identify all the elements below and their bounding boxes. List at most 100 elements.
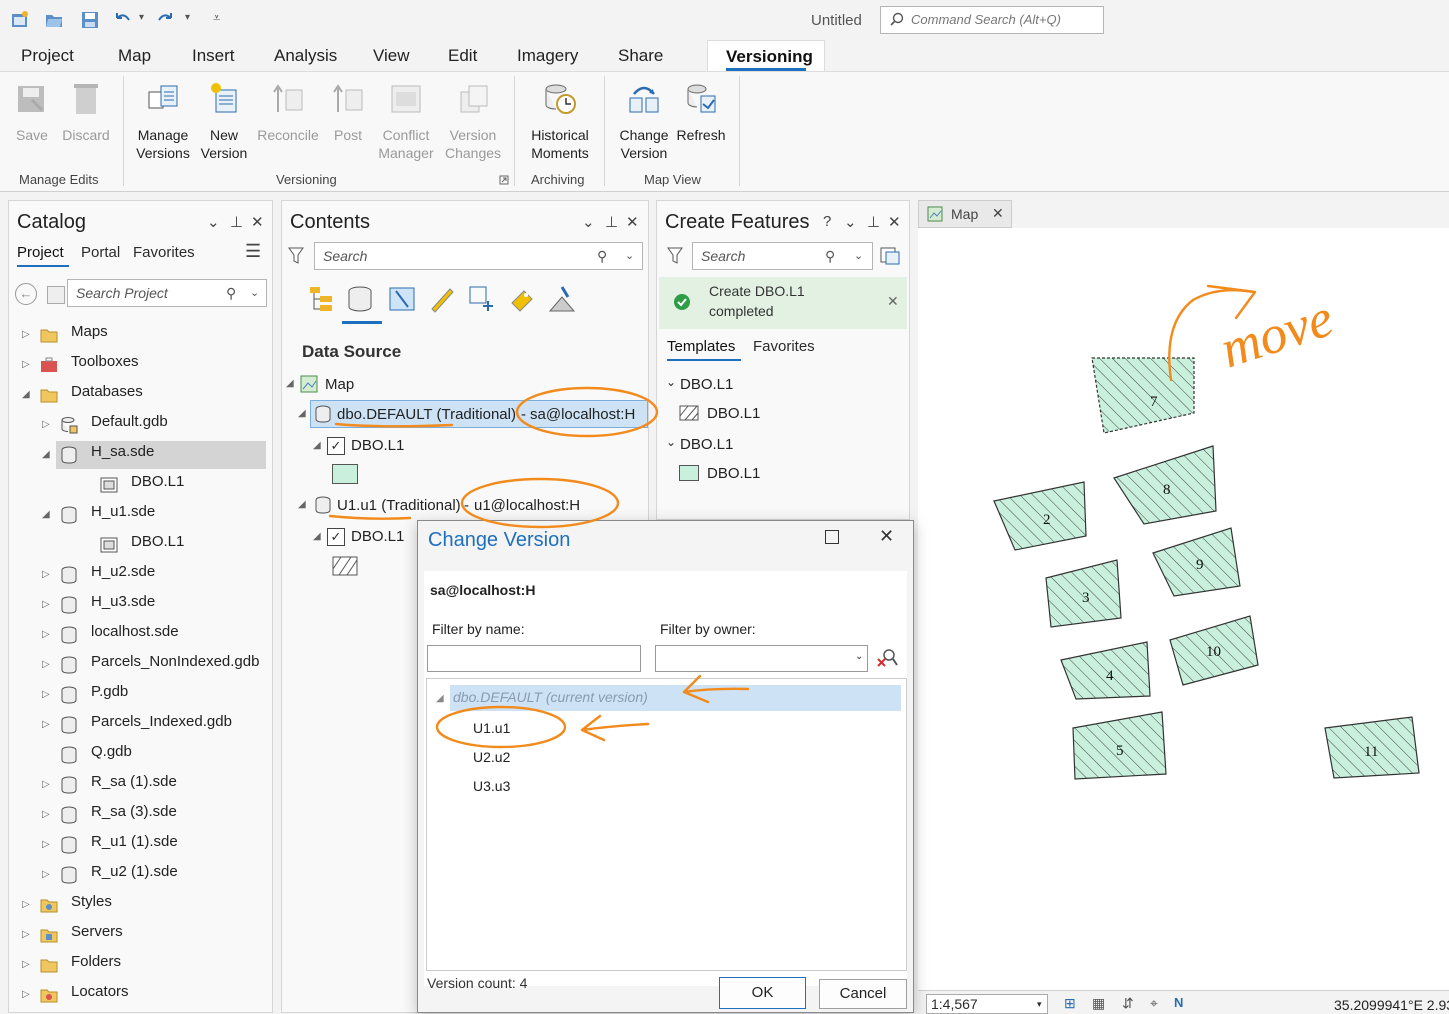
cancel-button[interactable]: Cancel <box>819 979 907 1009</box>
version-item-u2[interactable]: U2.u2 <box>473 749 510 765</box>
customize-toolbar-icon[interactable]: ⩡ <box>213 10 220 26</box>
refresh-button[interactable]: Refresh <box>674 72 728 144</box>
reconcile-button[interactable]: Reconcile <box>254 72 322 144</box>
undo-icon[interactable] <box>112 10 132 30</box>
catalog-item-label[interactable]: R_u1 (1).sde <box>91 833 178 850</box>
map-node-label[interactable]: Map <box>325 376 354 393</box>
collapse-triangle-icon[interactable]: ◢ <box>298 408 306 419</box>
tab-templates[interactable]: Templates <box>667 338 735 355</box>
layer-visibility-checkbox[interactable]: ✓ <box>327 528 345 546</box>
catalog-item-label[interactable]: Maps <box>71 323 108 340</box>
conflict-manager-button[interactable]: Conflict Manager <box>374 72 438 162</box>
hamburger-menu-icon[interactable]: ☰ <box>245 241 261 262</box>
close-icon[interactable]: ✕ <box>626 213 639 231</box>
expand-triangle-icon[interactable]: ▷ <box>42 419 50 430</box>
manage-versions-button[interactable]: Manage Versions <box>132 72 194 162</box>
grid-icon[interactable]: ▦ <box>1092 995 1105 1012</box>
pin-icon[interactable]: ⊥ <box>605 213 618 231</box>
snapping-icon[interactable]: ⌖ <box>1150 995 1158 1012</box>
parcel-7[interactable]: 7 <box>1091 357 1195 434</box>
list-by-drawing-order-icon[interactable] <box>308 285 336 313</box>
manage-templates-icon[interactable] <box>879 246 901 266</box>
close-icon[interactable]: ✕ <box>992 205 1004 222</box>
close-icon[interactable]: ✕ <box>888 213 901 231</box>
dismiss-message-icon[interactable]: ✕ <box>887 293 899 310</box>
extent-icon[interactable]: ⊞ <box>1064 995 1076 1012</box>
collapse-triangle-icon[interactable]: ◢ <box>42 509 50 520</box>
catalog-item-label[interactable]: Locators <box>71 983 129 1000</box>
tab-imagery[interactable]: Imagery <box>517 46 578 66</box>
catalog-item-label[interactable]: R_u2 (1).sde <box>91 863 178 880</box>
chevron-down-icon[interactable]: ⌄ <box>855 651 863 662</box>
pane-options-icon[interactable]: ⌄ <box>844 213 857 231</box>
catalog-tab-portal[interactable]: Portal <box>81 244 120 261</box>
collapse-chevron-icon[interactable]: ⌄ <box>666 435 676 449</box>
filter-icon[interactable] <box>667 247 683 265</box>
list-by-selection-icon[interactable] <box>388 285 416 313</box>
template-item[interactable]: DBO.L1 <box>707 465 760 482</box>
catalog-item-label[interactable]: Databases <box>71 383 143 400</box>
catalog-item-label[interactable]: DBO.L1 <box>131 533 184 550</box>
pin-icon[interactable]: ⊥ <box>867 213 880 231</box>
help-icon[interactable]: ? <box>823 213 831 230</box>
collapse-chevron-icon[interactable]: ⌄ <box>666 375 676 389</box>
new-version-button[interactable]: New Version <box>196 72 252 162</box>
catalog-item-label[interactable]: Servers <box>71 923 123 940</box>
expand-triangle-icon[interactable]: ▷ <box>42 779 50 790</box>
version-item-default[interactable]: dbo.DEFAULT (current version) <box>450 685 901 711</box>
filter-icon[interactable] <box>288 247 304 265</box>
collapse-triangle-icon[interactable]: ◢ <box>436 693 444 704</box>
layer-visibility-checkbox[interactable]: ✓ <box>327 437 345 455</box>
catalog-item-label[interactable]: Parcels_Indexed.gdb <box>91 713 232 730</box>
tab-project[interactable]: Project <box>21 46 74 66</box>
expand-triangle-icon[interactable]: ▷ <box>22 989 30 1000</box>
layer-name[interactable]: DBO.L1 <box>351 528 404 545</box>
map-view-tab[interactable]: Map ✕ <box>918 200 1012 228</box>
rotation-icon[interactable]: ⇵ <box>1122 995 1134 1012</box>
parcel-5[interactable]: 5 <box>1072 711 1167 780</box>
catalog-item-label[interactable]: R_sa (1).sde <box>91 773 177 790</box>
expand-triangle-icon[interactable]: ▷ <box>42 629 50 640</box>
expand-triangle-icon[interactable]: ▷ <box>42 839 50 850</box>
redo-dropdown-icon[interactable]: ▾ <box>185 12 190 23</box>
undo-dropdown-icon[interactable]: ▾ <box>139 12 144 23</box>
expand-triangle-icon[interactable]: ▷ <box>22 929 30 940</box>
parcel-8[interactable]: 8 <box>1113 445 1217 525</box>
templates-search-input[interactable]: Search ⚲ ⌄ <box>692 242 873 270</box>
clear-filter-icon[interactable] <box>876 647 898 669</box>
parcel-3[interactable]: 3 <box>1045 559 1122 628</box>
catalog-item-label[interactable]: H_sa.sde <box>91 443 154 460</box>
catalog-item-label[interactable]: Toolboxes <box>71 353 139 370</box>
list-by-snapping-icon[interactable] <box>468 285 496 313</box>
version-item-u3[interactable]: U3.u3 <box>473 778 510 794</box>
version-item-u1[interactable]: U1.u1 <box>473 720 510 736</box>
filter-by-owner-select[interactable]: ⌄ <box>655 645 868 672</box>
discard-edits-button[interactable]: Discard <box>58 72 114 144</box>
parcel-4[interactable]: 4 <box>1060 641 1151 700</box>
expand-triangle-icon[interactable]: ▷ <box>22 899 30 910</box>
data-source-u1-name[interactable]: U1.u1 (Traditional) <box>337 497 461 514</box>
template-group-name[interactable]: DBO.L1 <box>680 376 733 393</box>
pane-options-icon[interactable]: ⌄ <box>582 213 595 231</box>
expand-triangle-icon[interactable]: ▷ <box>22 329 30 340</box>
catalog-item-label[interactable]: H_u1.sde <box>91 503 155 520</box>
pin-icon[interactable]: ⊥ <box>230 213 243 231</box>
post-button[interactable]: Post <box>326 72 370 144</box>
catalog-item-label[interactable]: Default.gdb <box>91 413 168 430</box>
dialog-launcher-icon[interactable] <box>499 175 509 185</box>
collapse-triangle-icon[interactable]: ◢ <box>286 378 294 389</box>
parcel-11[interactable]: 11 <box>1324 716 1420 779</box>
layer-symbol-hatched-swatch[interactable] <box>332 556 358 576</box>
layer-symbol-swatch[interactable] <box>332 464 358 484</box>
change-version-button[interactable]: Change Version <box>614 72 674 162</box>
list-by-perspective-imagery-icon[interactable] <box>548 285 576 313</box>
catalog-item-label[interactable]: Parcels_NonIndexed.gdb <box>91 653 259 670</box>
expand-triangle-icon[interactable]: ▷ <box>42 869 50 880</box>
catalog-item-label[interactable]: H_u2.sde <box>91 563 155 580</box>
chevron-down-icon[interactable]: ⌄ <box>625 243 634 269</box>
command-search-input[interactable]: Command Search (Alt+Q) <box>880 6 1104 34</box>
close-icon[interactable]: ✕ <box>251 213 264 231</box>
layer-name[interactable]: DBO.L1 <box>351 437 404 454</box>
tab-view[interactable]: View <box>373 46 410 66</box>
parcel-9[interactable]: 9 <box>1152 527 1241 597</box>
